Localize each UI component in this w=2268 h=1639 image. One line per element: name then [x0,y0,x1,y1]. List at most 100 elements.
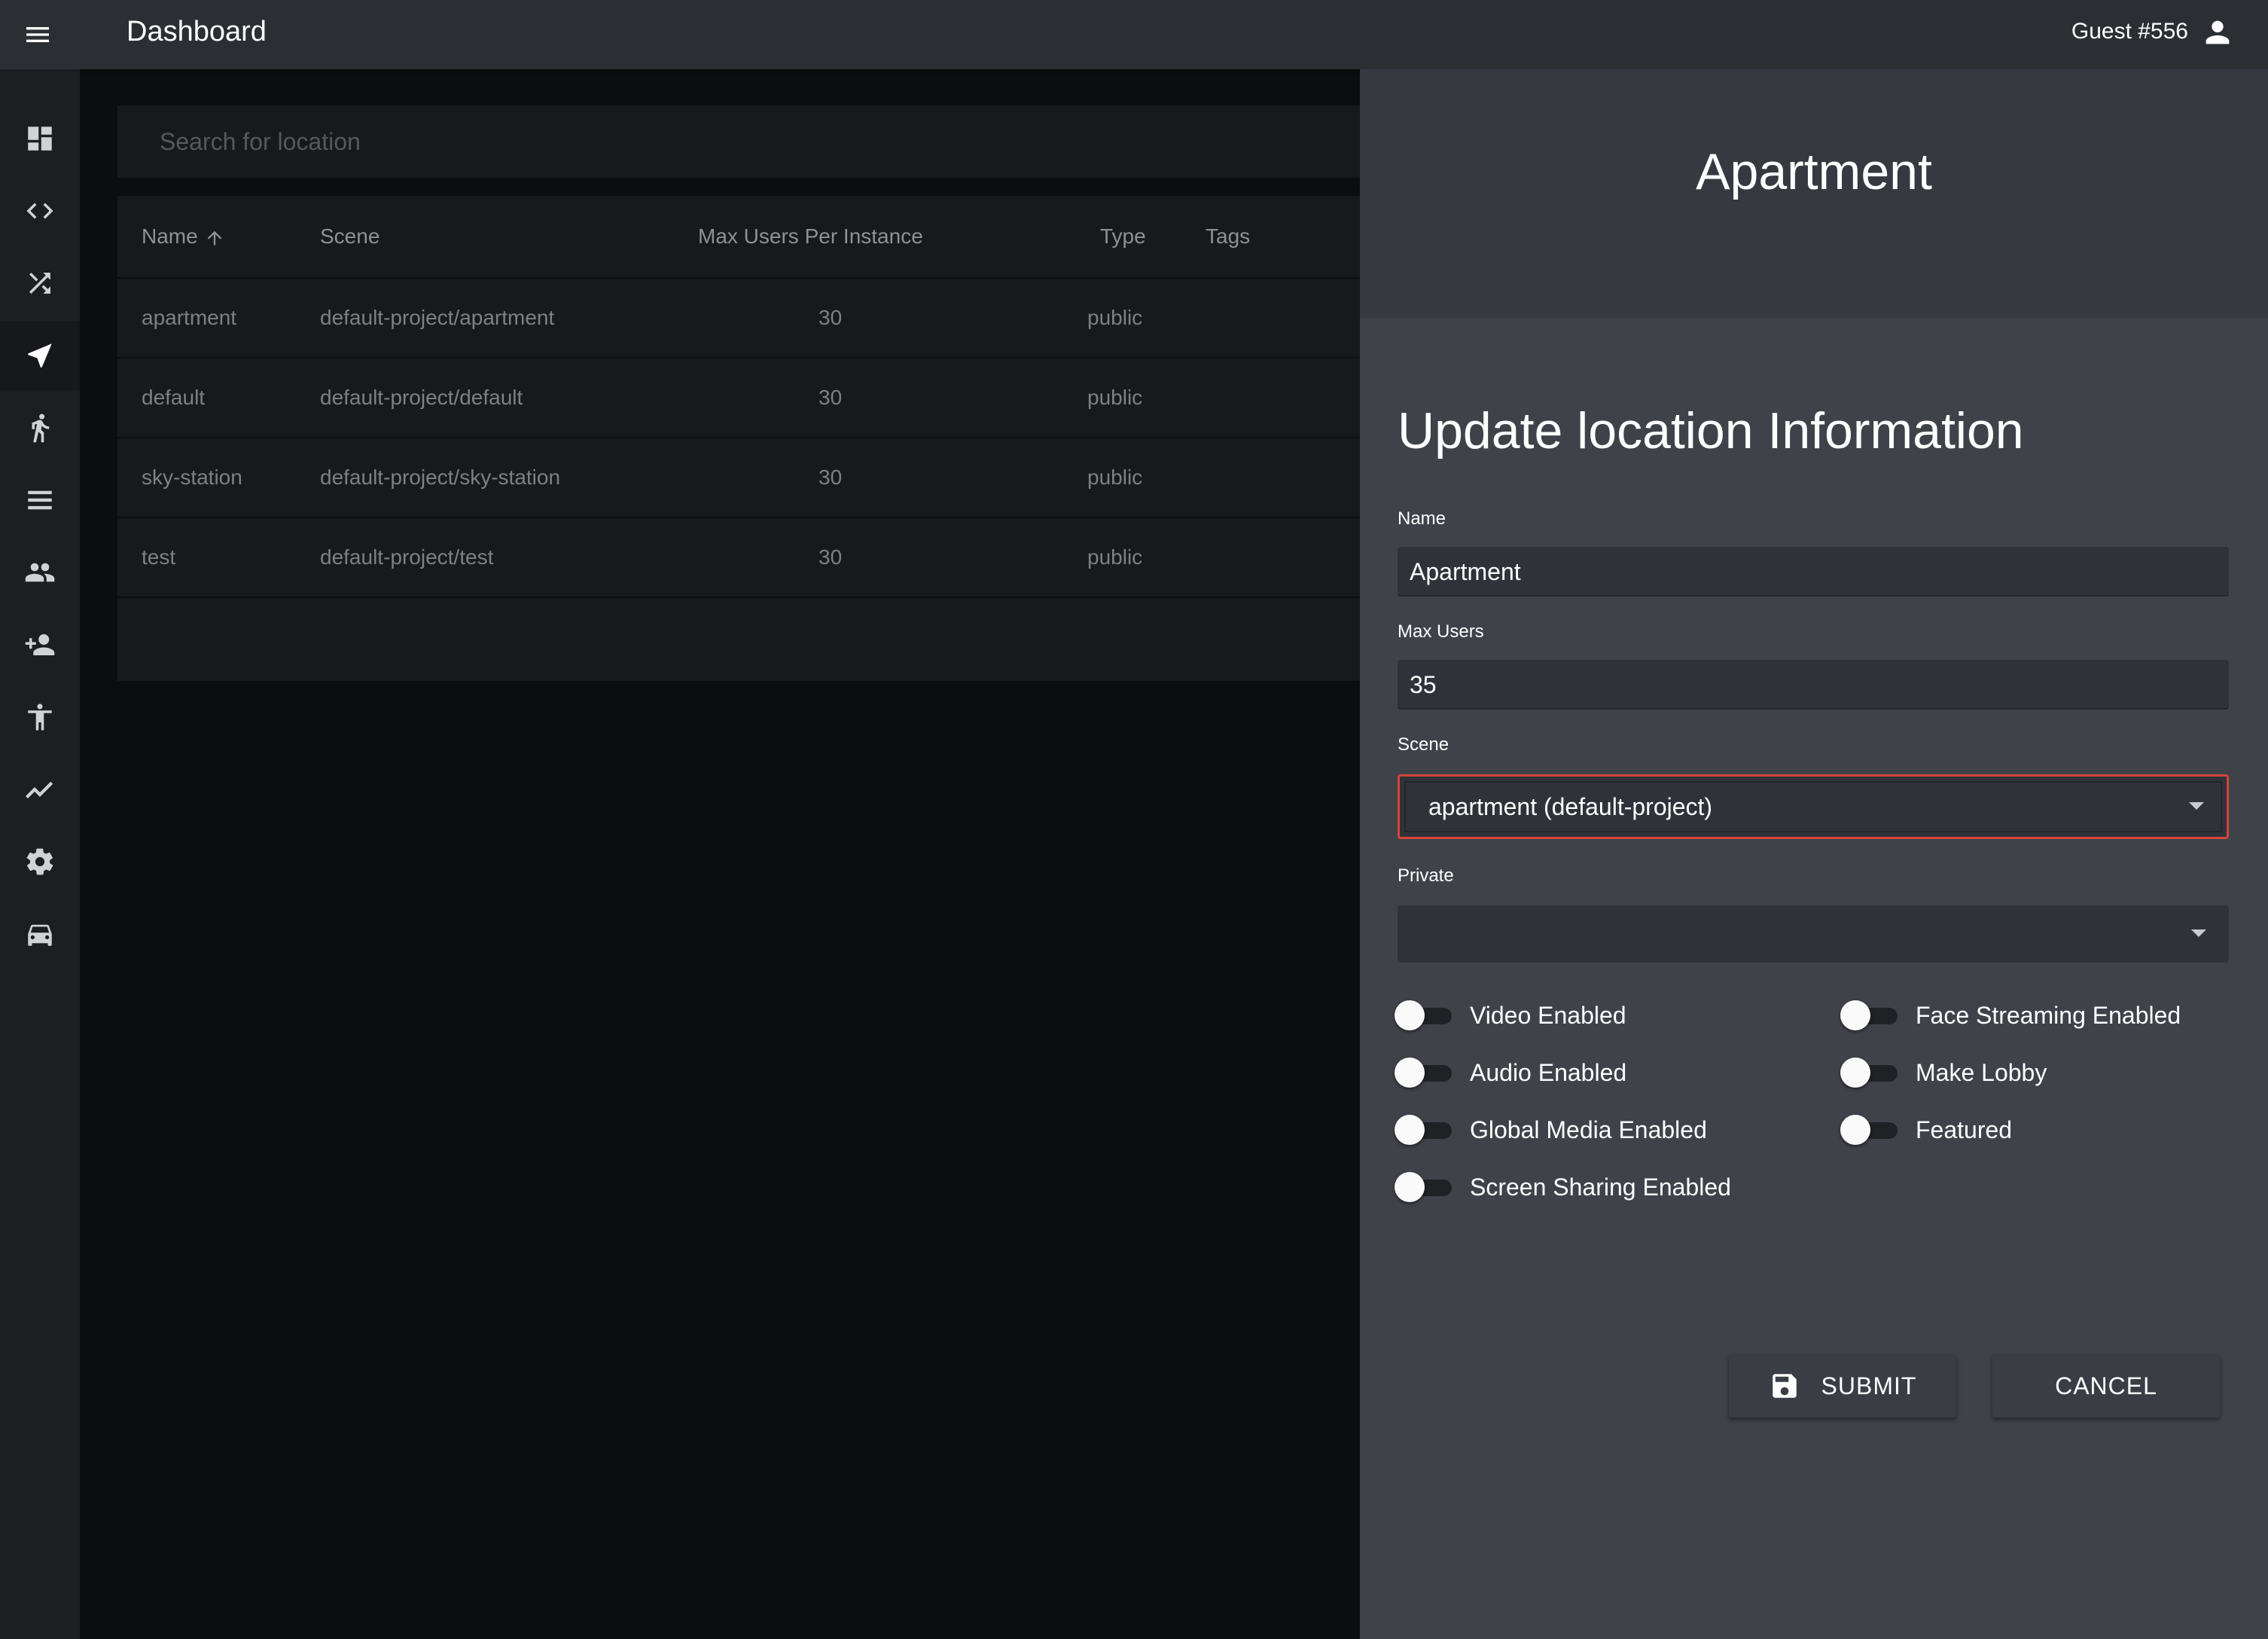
nav-locations[interactable] [0,321,80,390]
app-bar: Dashboard Guest #556 [0,0,2268,69]
toggle-track[interactable] [1395,1000,1452,1030]
arrow-up-icon[interactable] [204,227,225,249]
featured-label: Featured [1916,1116,2013,1143]
cancel-button[interactable]: CANCEL [1992,1354,2220,1418]
scene-label: Scene [1398,734,1450,755]
column-header-scene[interactable]: Scene [320,196,380,277]
main-content: Name Scene Max Users Per Instance Type T… [80,69,1367,1639]
cell-type: public [1087,545,1143,569]
column-header-max-users[interactable]: Max Users Per Instance [698,196,923,277]
person-icon[interactable] [2200,15,2235,50]
toggle-knob [1395,1000,1425,1030]
person-add-icon [25,634,55,655]
cell-name: test [142,545,176,569]
group-icon [25,563,55,582]
cell-name: default [142,386,206,409]
featured-switch[interactable]: Featured [1840,1115,2013,1145]
location-drawer: Apartment Update location Information Na… [1360,69,2268,1639]
nav-avatars[interactable] [0,682,80,752]
submit-label: SUBMIT [1821,1372,1917,1399]
cell-scene: default-project/default [320,386,523,409]
toggle-track[interactable] [1840,1115,1898,1145]
toggle-track[interactable] [1840,1058,1898,1088]
audio-enabled-switch[interactable]: Audio Enabled [1395,1058,1627,1088]
max-users-label: Max Users [1398,621,1484,642]
cell-scene: default-project/test [320,545,494,569]
user-name[interactable]: Guest #556 [2071,15,2188,48]
nav-invite[interactable] [0,610,80,679]
nav-vehicles[interactable] [0,899,80,969]
nav-groups[interactable] [0,538,80,607]
toggle-knob [1395,1172,1425,1202]
app-title: Dashboard [127,16,267,47]
cell-type: public [1087,386,1143,409]
name-label: Name [1398,508,1446,529]
shuffle-icon [29,273,50,294]
trending-icon [26,781,53,798]
scene-select-value: apartment (default-project) [1428,792,1713,820]
column-header-tags[interactable]: Tags [1206,196,1250,277]
table-row[interactable]: test default-project/test 30 public [117,518,1367,598]
toggle-track[interactable] [1395,1172,1452,1202]
sidebar [0,69,80,1639]
cell-name: sky-station [142,465,242,489]
make-lobby-switch[interactable]: Make Lobby [1840,1058,2047,1088]
private-label: Private [1398,865,1454,886]
nav-activity[interactable] [0,393,80,462]
table-row[interactable]: sky-station default-project/sky-station … [117,438,1367,518]
table-row[interactable]: apartment default-project/apartment 30 p… [117,279,1367,359]
navigation-icon [28,343,52,368]
table-header: Name Scene Max Users Per Instance Type T… [117,196,1367,279]
drawer-header: Apartment [1360,69,2268,318]
face-streaming-enabled-switch[interactable]: Face Streaming Enabled [1840,1000,2181,1030]
toggle-knob [1840,1115,1870,1145]
screen-sharing-enabled-switch[interactable]: Screen Sharing Enabled [1395,1172,1731,1202]
cancel-label: CANCEL [2055,1372,2157,1399]
column-header-type[interactable]: Type [1100,196,1146,277]
code-icon [26,203,53,219]
car-icon [28,924,52,946]
nav-analytics[interactable] [0,755,80,824]
cell-name: apartment [142,306,237,329]
scene-select[interactable]: apartment (default-project) [1398,774,2229,839]
menu-icon[interactable] [23,20,53,50]
running-icon [32,414,50,443]
cell-max-users: 30 [818,386,843,409]
save-icon [1772,1374,1797,1398]
name-field[interactable] [1398,547,2229,597]
submit-button[interactable]: SUBMIT [1729,1354,1956,1418]
cell-scene: default-project/sky-station [320,465,561,489]
search-input[interactable] [117,105,1367,178]
locations-table: Name Scene Max Users Per Instance Type T… [117,196,1367,681]
table-row[interactable]: default default-project/default 30 publi… [117,359,1367,438]
toggle-knob [1840,1000,1870,1030]
global-media-enabled-switch[interactable]: Global Media Enabled [1395,1115,1707,1145]
nav-settings[interactable] [0,827,80,896]
audio-enabled-label: Audio Enabled [1470,1059,1627,1086]
nav-dashboard[interactable] [0,104,80,173]
nav-code[interactable] [0,176,80,246]
caret-down-icon [2191,929,2206,937]
toggle-knob [1395,1058,1425,1088]
toggle-knob [1840,1058,1870,1088]
list-icon [28,490,52,510]
toggle-track[interactable] [1395,1115,1452,1145]
nav-shuffle[interactable] [0,249,80,318]
nav-list[interactable] [0,465,80,535]
private-select[interactable] [1398,905,2229,963]
make-lobby-label: Make Lobby [1916,1059,2047,1086]
max-users-field[interactable] [1398,660,2229,710]
toggle-knob [1395,1115,1425,1145]
video-enabled-switch[interactable]: Video Enabled [1395,1000,1626,1030]
cell-max-users: 30 [818,465,843,489]
column-header-name[interactable]: Name [142,196,225,277]
toggle-track[interactable] [1840,1000,1898,1030]
caret-down-icon [2189,802,2204,810]
accessibility-icon [28,704,52,731]
face-streaming-enabled-label: Face Streaming Enabled [1916,1002,2181,1029]
global-media-enabled-label: Global Media Enabled [1470,1116,1707,1143]
screen-sharing-enabled-label: Screen Sharing Enabled [1470,1174,1731,1201]
cell-max-users: 30 [818,306,843,329]
form-title: Update location Information [1398,402,2024,459]
toggle-track[interactable] [1395,1058,1452,1088]
